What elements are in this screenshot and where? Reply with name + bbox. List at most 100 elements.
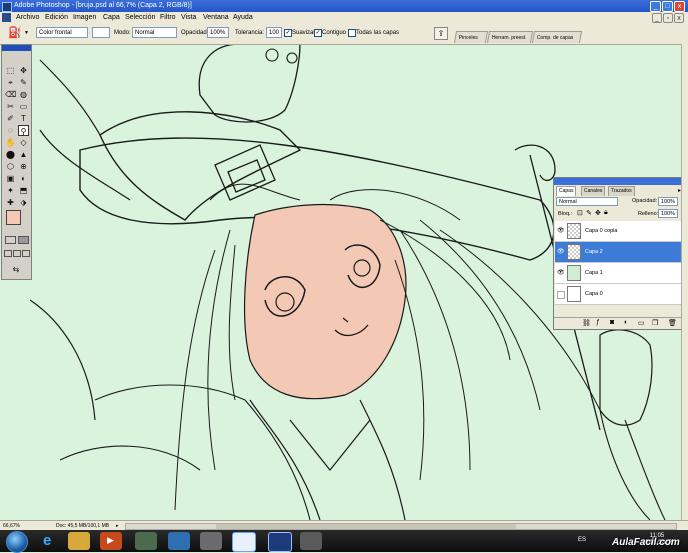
pen-tool-icon[interactable]: ⬡	[5, 161, 16, 172]
tab-comp-de-capas[interactable]: Comp. de capas	[531, 31, 583, 43]
marquee-tool-icon[interactable]: ⬚	[5, 65, 16, 76]
scrollbar-thumb[interactable]	[216, 524, 516, 529]
layer-mask-icon[interactable]: ◙	[610, 319, 614, 326]
jump-to-imageready-icon[interactable]: ⇆	[6, 264, 26, 274]
tab-pinceles[interactable]: Pinceles	[453, 31, 489, 43]
visibility-toggle[interactable]	[557, 291, 565, 299]
smooth-checkbox[interactable]: ✓	[284, 29, 292, 37]
tab-capas[interactable]: Capas	[556, 186, 577, 196]
language-indicator[interactable]: ES	[578, 537, 586, 543]
new-group-icon[interactable]: ▭	[638, 319, 645, 327]
media-player-icon[interactable]: ▶	[100, 532, 122, 550]
screen-mode-3-icon[interactable]	[22, 250, 30, 257]
screen-mode-1-icon[interactable]	[4, 250, 12, 257]
menu-edicion[interactable]: Edición	[45, 13, 68, 22]
contiguous-checkbox[interactable]: ✓	[314, 29, 322, 37]
brush-tool-icon[interactable]: ▭	[18, 101, 29, 112]
healing-tool-icon[interactable]: ✂	[5, 101, 16, 112]
quick-mask-icon[interactable]	[18, 236, 29, 244]
lasso-tool-icon[interactable]: ⌖	[5, 77, 16, 88]
menu-filtro[interactable]: Filtro	[160, 13, 176, 22]
foreground-color-swatch[interactable]	[6, 210, 21, 225]
chevron-down-icon[interactable]: ▼	[24, 30, 29, 36]
doc-close-button[interactable]: x	[674, 13, 684, 23]
stamp-tool-icon[interactable]: ✐	[5, 113, 16, 124]
layers-panel-header[interactable]	[554, 178, 688, 185]
history-brush-tool-icon[interactable]: T	[18, 113, 29, 124]
layer-row-capa-0-copia[interactable]: 👁︎ Capa 0 copia	[555, 221, 686, 242]
network-icon[interactable]	[168, 532, 190, 550]
path-select-tool-icon[interactable]: ⬤	[5, 149, 16, 160]
layer-row-capa-0[interactable]: Capa 0	[555, 284, 686, 305]
layer-style-icon[interactable]: ƒ	[596, 319, 600, 326]
horizontal-scrollbar[interactable]	[125, 523, 677, 530]
maximize-button[interactable]: □	[662, 1, 673, 12]
folder-icon[interactable]	[68, 532, 90, 550]
photoshop-taskbar-icon[interactable]	[268, 532, 292, 552]
slice-tool-icon[interactable]: ◍	[18, 89, 29, 100]
paint-bucket-tool-icon[interactable]: ⚲	[18, 125, 29, 136]
adjustment-layer-icon[interactable]: ◐	[624, 319, 628, 326]
tab-canales[interactable]: Canales	[581, 186, 606, 196]
link-layers-icon[interactable]: ⛓	[582, 319, 591, 327]
minimize-button[interactable]: _	[650, 1, 661, 12]
menu-ayuda[interactable]: Ayuda	[233, 13, 253, 22]
trash-icon[interactable]: 🗑︎	[668, 319, 677, 327]
hand-tool-icon[interactable]: ✦	[5, 185, 16, 196]
pen-app-icon[interactable]	[232, 532, 256, 552]
doc-restore-button[interactable]: ▫	[663, 13, 673, 23]
dodge-tool-icon[interactable]: ◇	[18, 137, 29, 148]
paint-bucket-icon[interactable]: ⛽	[8, 26, 22, 39]
magic-wand-tool-icon[interactable]: ✎	[18, 77, 29, 88]
menu-vista[interactable]: Vista	[181, 13, 196, 22]
mode-select[interactable]: Normal	[132, 27, 177, 38]
palette-well-icon[interactable]: ⇪	[434, 27, 448, 40]
eye-icon[interactable]: 👁︎	[557, 270, 565, 276]
move-tool-icon[interactable]: ✥	[18, 65, 29, 76]
vertical-scrollbar[interactable]	[681, 44, 688, 520]
app-icon[interactable]	[135, 532, 157, 550]
fill-source-select[interactable]: Color frontal	[36, 27, 88, 38]
menu-ventana[interactable]: Ventana	[203, 13, 229, 22]
extra-1-tool-icon[interactable]: ✚	[5, 197, 16, 208]
start-button[interactable]	[6, 531, 28, 553]
lock-transparency-icon[interactable]: ⊡	[577, 209, 583, 217]
menu-archivo[interactable]: Archivo	[16, 13, 39, 22]
notes-tool-icon[interactable]: ▣	[5, 173, 16, 184]
lock-image-icon[interactable]: ✎	[586, 209, 592, 217]
new-layer-icon[interactable]: ❐	[652, 319, 658, 327]
eyedropper-tool-icon[interactable]: ◐	[18, 173, 29, 184]
tab-trazados[interactable]: Trazados	[608, 186, 635, 196]
opacity-input[interactable]: 100%	[207, 27, 229, 38]
screen-mode-2-icon[interactable]	[13, 250, 21, 257]
tolerance-input[interactable]: 100	[266, 27, 282, 38]
toolbox-header[interactable]	[2, 45, 31, 51]
doc-minimize-button[interactable]: _	[652, 13, 662, 23]
document-icon[interactable]	[2, 13, 11, 22]
type-tool-icon[interactable]: ▲	[18, 149, 29, 160]
eye-icon[interactable]: 👁︎	[557, 249, 565, 255]
blur-tool-icon[interactable]: ✋	[5, 137, 16, 148]
layer-row-capa-2[interactable]: 👁︎ Capa 2	[555, 242, 686, 263]
lock-position-icon[interactable]: ✥	[595, 209, 601, 217]
eraser-tool-icon[interactable]: ◌	[5, 125, 16, 136]
layer-row-capa-1[interactable]: 👁︎ Capa 1	[555, 263, 686, 284]
blend-mode-select[interactable]: Normal	[556, 197, 618, 206]
crop-tool-icon[interactable]: ⌫	[5, 89, 16, 100]
ie-icon[interactable]: e	[38, 532, 60, 550]
fill-input[interactable]: 100%	[658, 209, 678, 218]
menu-seleccion[interactable]: Selección	[125, 13, 155, 22]
tab-herram-preest[interactable]: Herram. preest.	[486, 31, 534, 43]
shape-tool-icon[interactable]: ⊕	[18, 161, 29, 172]
menu-imagen[interactable]: Imagen	[73, 13, 96, 22]
lock-all-icon[interactable]: 🔒︎	[604, 209, 608, 217]
menu-capa[interactable]: Capa	[103, 13, 120, 22]
extra-2-tool-icon[interactable]: ⬗	[18, 197, 29, 208]
scanner-icon[interactable]	[200, 532, 222, 550]
eye-icon[interactable]: 👁︎	[557, 228, 565, 234]
app-icon[interactable]	[300, 532, 322, 550]
layer-opacity-input[interactable]: 100%	[658, 197, 678, 206]
zoom-tool-icon[interactable]: ⬒	[18, 185, 29, 196]
close-button[interactable]: x	[674, 1, 685, 12]
all-layers-checkbox[interactable]	[348, 29, 356, 37]
